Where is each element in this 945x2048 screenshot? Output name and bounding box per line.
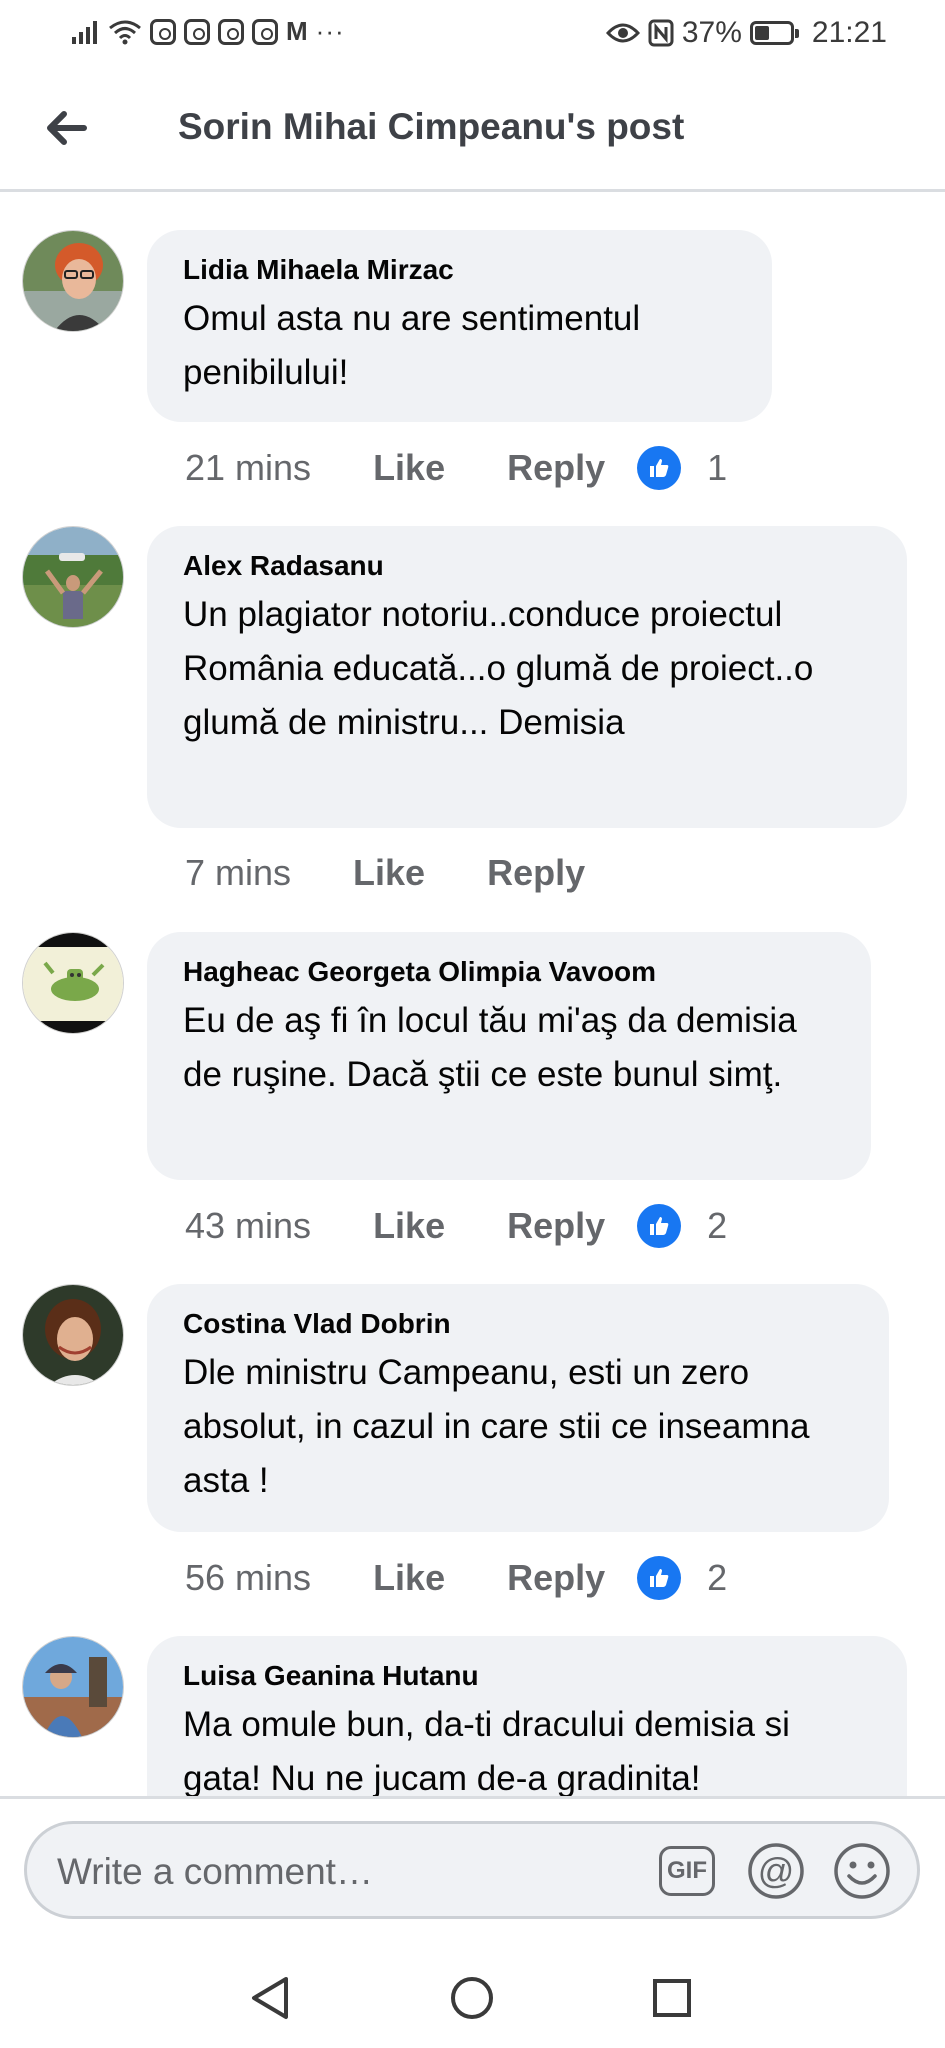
- comment-text: Ma omule bun, da-ti dracului demisia si …: [183, 1705, 790, 1796]
- comment-actions: 7 mins Like Reply: [185, 852, 617, 894]
- comment-author[interactable]: Lidia Mihaela Mirzac: [183, 252, 736, 288]
- battery-icon: [749, 21, 799, 45]
- like-button[interactable]: Like: [373, 1205, 445, 1247]
- comment-author[interactable]: Hagheac Georgeta Olimpia Vavoom: [183, 954, 835, 990]
- instagram-icon: [150, 18, 176, 45]
- clock: 21:21: [811, 16, 887, 49]
- more-notifications-icon: ···: [315, 16, 345, 46]
- reactions[interactable]: 2: [637, 1204, 727, 1248]
- comment-time[interactable]: 21 mins: [185, 447, 311, 489]
- comment-input-box[interactable]: GIF @: [24, 1821, 920, 1919]
- nav-recents-button[interactable]: [642, 1968, 702, 2028]
- avatar[interactable]: [22, 526, 124, 628]
- status-bar: M ··· 37% 21:21: [0, 0, 945, 66]
- reaction-count: 2: [707, 1205, 728, 1246]
- comment-time[interactable]: 7 mins: [185, 852, 291, 894]
- comment-bubble[interactable]: Hagheac Georgeta Olimpia Vavoom Eu de aş…: [147, 932, 871, 1180]
- nav-back-button[interactable]: [240, 1968, 300, 2028]
- status-right: 37% 21:21: [605, 16, 887, 50]
- reply-button[interactable]: Reply: [487, 852, 585, 894]
- comment-text: Un plagiator notoriu..conduce proiectul …: [183, 595, 814, 742]
- post-header: Sorin Mihai Cimpeanu's post: [0, 66, 945, 192]
- comment-text: Eu de aş fi în locul tău mi'aş da demisi…: [183, 1001, 797, 1094]
- comment-text: Dle ministru Campeanu, esti un zero abso…: [183, 1353, 810, 1500]
- emoji-button[interactable]: [831, 1840, 893, 1902]
- comment-composer: GIF @: [0, 1796, 945, 1946]
- comment-actions: 43 mins Like Reply 2: [185, 1204, 727, 1248]
- comment-author[interactable]: Costina Vlad Dobrin: [183, 1306, 853, 1342]
- like-button[interactable]: Like: [373, 1557, 445, 1599]
- battery-percent: 37%: [681, 16, 742, 49]
- eye-icon: [605, 23, 640, 43]
- avatar[interactable]: [22, 1284, 124, 1386]
- avatar[interactable]: [22, 230, 124, 332]
- page-title: Sorin Mihai Cimpeanu's post: [178, 106, 685, 147]
- avatar[interactable]: [22, 932, 124, 1034]
- nav-home-button[interactable]: [442, 1968, 502, 2028]
- circle-home-icon: [451, 1977, 493, 2019]
- instagram-icon: [184, 18, 210, 45]
- comment-actions: 56 mins Like Reply 2: [185, 1556, 727, 1600]
- signal-icon: [72, 20, 97, 44]
- reply-button[interactable]: Reply: [507, 1205, 605, 1247]
- comment-time[interactable]: 43 mins: [185, 1205, 311, 1247]
- comment-time[interactable]: 56 mins: [185, 1557, 311, 1599]
- comment-bubble[interactable]: Alex Radasanu Un plagiator notoriu..cond…: [147, 526, 907, 828]
- comment-bubble[interactable]: Luisa Geanina Hutanu Ma omule bun, da-ti…: [147, 1636, 907, 1796]
- like-button[interactable]: Like: [353, 852, 425, 894]
- comment-bubble[interactable]: Costina Vlad Dobrin Dle ministru Campean…: [147, 1284, 889, 1532]
- gif-button[interactable]: GIF: [659, 1846, 715, 1896]
- thumbs-up-icon: [637, 1556, 682, 1600]
- status-left: M ···: [70, 16, 345, 47]
- arrow-left-icon: [47, 111, 87, 145]
- reaction-count: 2: [707, 1557, 728, 1598]
- gmail-icon: M: [286, 16, 308, 46]
- comment-author[interactable]: Alex Radasanu: [183, 548, 871, 584]
- square-recents-icon: [653, 1979, 691, 2017]
- like-button[interactable]: Like: [373, 447, 445, 489]
- instagram-icon: [252, 18, 278, 45]
- comment-actions: 21 mins Like Reply 1: [185, 446, 727, 490]
- comment-text: Omul asta nu are sentimentul penibilului…: [183, 299, 641, 392]
- reactions[interactable]: 2: [637, 1556, 727, 1600]
- comment-author[interactable]: Luisa Geanina Hutanu: [183, 1658, 871, 1694]
- mention-button[interactable]: @: [745, 1840, 807, 1902]
- comment-input[interactable]: [55, 1844, 659, 1900]
- smiley-icon: [834, 1843, 890, 1899]
- system-nav-bar: [0, 1946, 945, 2048]
- instagram-icon: [218, 18, 244, 45]
- reply-button[interactable]: Reply: [507, 447, 605, 489]
- comments-list[interactable]: Lidia Mihaela Mirzac Omul asta nu are se…: [0, 192, 945, 1796]
- reply-button[interactable]: Reply: [507, 1557, 605, 1599]
- triangle-back-icon: [252, 1977, 288, 2019]
- svg-text:@: @: [758, 1850, 795, 1891]
- nfc-icon: [648, 19, 674, 47]
- wifi-icon: [109, 20, 141, 44]
- at-sign-icon: @: [748, 1843, 804, 1899]
- comment-bubble[interactable]: Lidia Mihaela Mirzac Omul asta nu are se…: [147, 230, 772, 422]
- avatar[interactable]: [22, 1636, 124, 1738]
- back-button[interactable]: [36, 98, 96, 158]
- reaction-count: 1: [707, 447, 728, 488]
- reactions[interactable]: 1: [637, 446, 727, 490]
- thumbs-up-icon: [637, 1204, 682, 1248]
- thumbs-up-icon: [637, 446, 682, 490]
